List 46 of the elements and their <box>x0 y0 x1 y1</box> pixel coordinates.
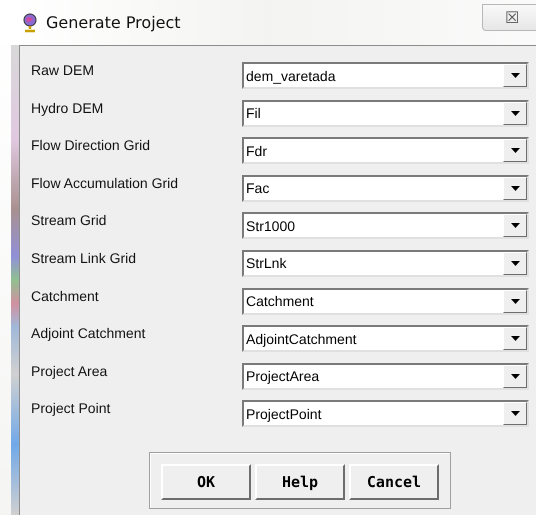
caret-icon <box>510 298 520 304</box>
dropdown-field[interactable]: AdjointCatchment <box>242 325 529 352</box>
field-label: Project Point <box>31 400 112 416</box>
dropdown-field[interactable]: Str1000 <box>242 212 529 240</box>
field-label: Raw DEM <box>31 62 96 78</box>
globe-icon <box>22 12 38 32</box>
dialog-button[interactable]: OK <box>161 464 251 500</box>
dropdown-field[interactable]: Fil <box>242 100 529 127</box>
dropdown-field[interactable]: dem_varetada <box>242 62 529 89</box>
dropdown-field[interactable]: Fac <box>242 174 529 202</box>
field-label: Flow Direction Grid <box>31 137 152 154</box>
caret-icon <box>510 223 520 228</box>
caret-icon <box>510 411 520 416</box>
dropdown-field[interactable]: ProjectPoint <box>242 400 529 428</box>
caret-icon <box>510 336 520 342</box>
field-label: Flow Accumulation Grid <box>31 174 180 191</box>
field-label: Project Area <box>31 362 108 379</box>
caret-icon <box>510 374 520 379</box>
dialog-button[interactable]: Help <box>255 464 345 500</box>
window-title: Generate Project <box>46 13 181 32</box>
field-label: Catchment <box>31 288 100 304</box>
dropdown-button[interactable] <box>503 139 527 162</box>
dropdown-button[interactable] <box>503 252 527 275</box>
field-label: Stream Grid <box>31 212 108 228</box>
dialog-button[interactable]: Cancel <box>349 464 439 500</box>
dropdown-button[interactable] <box>503 214 527 238</box>
dropdown-field[interactable]: StrLnk <box>242 250 529 277</box>
field-label: Stream Link Grid <box>31 250 138 266</box>
caret-icon <box>510 110 520 116</box>
caret-icon <box>510 148 520 154</box>
caret-icon <box>510 73 520 78</box>
dropdown-button[interactable] <box>503 102 527 125</box>
caret-icon <box>510 186 520 191</box>
dropdown-field[interactable]: Fdr <box>242 137 529 164</box>
caret-icon <box>510 260 520 266</box>
dropdown-button[interactable] <box>503 290 527 313</box>
field-label: Adjoint Catchment <box>31 325 146 342</box>
field-label: Hydro DEM <box>31 100 104 116</box>
dropdown-button[interactable] <box>503 327 527 350</box>
dropdown-field[interactable]: Catchment <box>242 288 529 315</box>
dropdown-button[interactable] <box>503 176 527 200</box>
dropdown-button[interactable] <box>503 364 527 388</box>
close-button[interactable]: ☒ <box>482 4 536 31</box>
dropdown-button[interactable] <box>503 402 527 426</box>
dropdown-button[interactable] <box>503 64 527 87</box>
dropdown-field[interactable]: ProjectArea <box>242 362 529 390</box>
